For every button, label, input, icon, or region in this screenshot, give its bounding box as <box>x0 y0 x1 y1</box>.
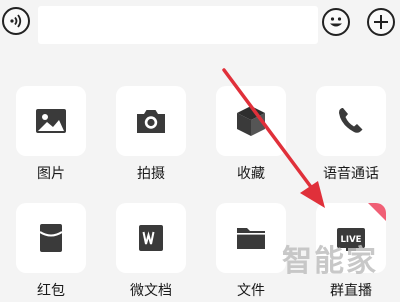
cube-icon <box>237 106 265 136</box>
new-badge <box>368 203 386 221</box>
plus-icon <box>374 15 388 29</box>
input-bar <box>0 0 400 58</box>
word-doc-icon <box>139 225 163 251</box>
favorites-button[interactable] <box>216 86 286 156</box>
camera-label: 拍摄 <box>137 166 165 182</box>
file-label: 文件 <box>237 283 265 299</box>
voice-icon <box>10 14 22 28</box>
voice-input-button[interactable] <box>2 7 30 35</box>
more-button[interactable] <box>367 8 395 36</box>
word-doc-button[interactable] <box>116 203 186 273</box>
watermark: 智能家 <box>282 244 378 279</box>
camera-button[interactable] <box>116 86 186 156</box>
favorites-label: 收藏 <box>237 166 265 182</box>
folder-icon <box>237 228 265 249</box>
red-packet-label: 红包 <box>37 283 65 299</box>
emoji-button[interactable] <box>322 8 350 36</box>
red-packet-icon <box>39 224 63 252</box>
image-icon <box>36 109 66 133</box>
file-button[interactable] <box>216 203 286 273</box>
group-live-label: 群直播 <box>330 283 372 299</box>
word-doc-label: 微文档 <box>130 283 172 299</box>
image-label: 图片 <box>37 166 65 182</box>
smiley-icon <box>330 17 342 27</box>
red-packet-button[interactable] <box>16 203 86 273</box>
image-button[interactable] <box>16 86 86 156</box>
voice-call-button[interactable] <box>316 86 386 156</box>
message-input[interactable] <box>38 6 318 44</box>
voice-call-label: 语音通话 <box>323 166 379 182</box>
phone-icon <box>339 108 363 133</box>
camera-icon <box>137 110 165 133</box>
